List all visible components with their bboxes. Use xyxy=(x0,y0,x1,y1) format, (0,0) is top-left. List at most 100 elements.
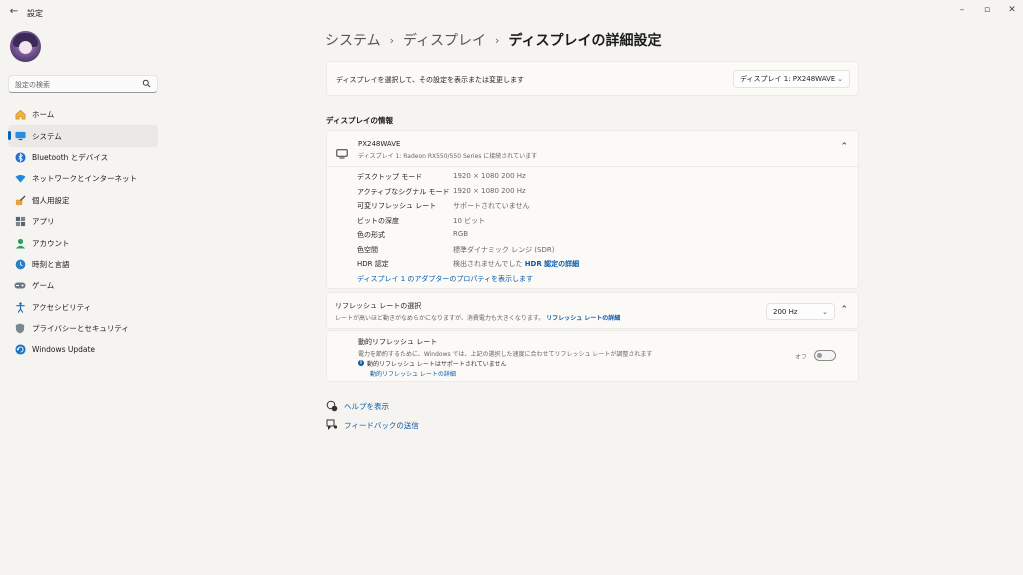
sidebar-item-gaming[interactable]: ゲーム xyxy=(8,275,158,296)
sidebar-item-label: アクセシビリティ xyxy=(32,302,92,312)
info-label: 可変リフレッシュ レート xyxy=(357,202,437,210)
info-value: 検出されませんでした HDR 認定の詳細 xyxy=(453,259,579,269)
refresh-rate-desc: レートが高いほど動きがなめらかになりますが、消費電力も大きくなります。 xyxy=(335,315,545,322)
hdr-value: 検出されませんでした xyxy=(453,260,523,268)
info-value: RGB xyxy=(453,230,469,238)
time-language-icon xyxy=(14,258,26,270)
display-info-header[interactable]: PX248WAVE ディスプレイ 1: Radeon RX550/550 Ser… xyxy=(327,131,858,167)
sidebar-item-home[interactable]: ホーム xyxy=(8,104,158,125)
sidebar-item-label: 時刻と言語 xyxy=(32,259,70,269)
page-title: ディスプレイの詳細設定 xyxy=(508,33,662,49)
chevron-up-icon[interactable]: ⌃ xyxy=(840,305,848,315)
display-info-section-title: ディスプレイの情報 xyxy=(326,116,393,125)
sidebar-item-windows-update[interactable]: Windows Update xyxy=(8,339,158,360)
sidebar-item-label: ホーム xyxy=(32,110,55,120)
app-title: 設定 xyxy=(27,9,43,18)
breadcrumb-display[interactable]: ディスプレイ xyxy=(403,30,486,50)
breadcrumb-system[interactable]: システム xyxy=(325,30,381,50)
search-input[interactable] xyxy=(15,78,135,91)
accessibility-icon xyxy=(14,301,26,313)
hdr-details-link[interactable]: HDR 認定の詳細 xyxy=(525,260,580,268)
sidebar-item-label: アカウント xyxy=(32,238,70,248)
sidebar-item-privacy-security[interactable]: プライバシーとセキュリティ xyxy=(8,318,158,339)
title-bar: ← 設定 – ▫ ✕ xyxy=(0,0,1023,26)
info-label: 色空間 xyxy=(357,245,378,254)
info-value: 1920 × 1080 200 Hz xyxy=(453,172,526,180)
info-label: HDR 認定 xyxy=(357,260,389,268)
toggle-state-label: オフ xyxy=(795,354,808,361)
refresh-rate-title: リフレッシュ レートの選択 xyxy=(335,302,422,310)
account-icon xyxy=(14,237,26,249)
gaming-icon xyxy=(14,280,26,292)
select-display-label: ディスプレイを選択して、その設定を表示または変更します xyxy=(336,76,524,84)
info-label: アクティブなシグナル モード xyxy=(357,187,450,196)
chevron-down-icon: ⌄ xyxy=(837,75,843,83)
display-select-dropdown[interactable]: ディスプレイ 1: PX248WAVE ⌄ xyxy=(733,70,850,88)
dynamic-refresh-details-link[interactable]: 動的リフレッシュ レートの詳細 xyxy=(370,369,456,378)
info-value: 1920 × 1080 200 Hz xyxy=(453,186,526,195)
personalization-brush-icon xyxy=(14,194,26,206)
adapter-properties-link[interactable]: ディスプレイ 1 のアダプターのプロパティを表示します xyxy=(357,274,533,284)
info-value: サポートされていません xyxy=(453,202,530,210)
shield-icon xyxy=(14,323,26,335)
feedback-icon xyxy=(326,419,338,430)
monitor-connection-info: ディスプレイ 1: Radeon RX550/550 Series に接続されて… xyxy=(358,153,538,160)
sidebar-item-personalization[interactable]: 個人用設定 xyxy=(8,190,158,211)
back-arrow-icon[interactable]: ← xyxy=(8,6,20,18)
minimize-icon[interactable]: – xyxy=(955,4,969,16)
chevron-down-icon: ⌄ xyxy=(822,307,828,316)
system-monitor-icon xyxy=(14,130,26,142)
sidebar-item-time-language[interactable]: 時刻と言語 xyxy=(8,254,158,275)
sidebar-item-label: Windows Update xyxy=(32,345,96,355)
close-icon[interactable]: ✕ xyxy=(1005,4,1019,16)
select-display-card: ディスプレイを選択して、その設定を表示または変更します ディスプレイ 1: PX… xyxy=(326,61,859,96)
maximize-icon[interactable]: ▫ xyxy=(980,4,994,16)
windows-update-icon xyxy=(14,344,26,356)
avatar[interactable] xyxy=(10,31,41,62)
avatar-face xyxy=(19,41,32,54)
info-label: 色の形式 xyxy=(357,231,385,239)
search-icon[interactable] xyxy=(142,79,151,88)
chevron-right-icon: › xyxy=(495,33,500,47)
sidebar-item-label: ネットワークとインターネット xyxy=(32,174,137,184)
get-help-label: ヘルプを表示 xyxy=(344,401,389,411)
apps-icon xyxy=(14,216,26,228)
sidebar-item-apps[interactable]: アプリ xyxy=(8,211,158,232)
monitor-name: PX248WAVE xyxy=(358,140,401,148)
info-label: ビットの深度 xyxy=(357,216,399,225)
info-icon: i xyxy=(358,360,364,366)
dynamic-refresh-card: 動的リフレッシュ レート 電力を節約するために、Windows では、上記の選択… xyxy=(326,330,859,382)
sidebar-item-label: システム xyxy=(32,131,62,141)
sidebar-item-bluetooth[interactable]: Bluetooth とデバイス xyxy=(8,147,158,168)
refresh-rate-card: リフレッシュ レートの選択 レートが高いほど動きがなめらかになりますが、消費電力… xyxy=(326,292,859,329)
sidebar-item-label: アプリ xyxy=(32,217,55,227)
sidebar-item-label: 個人用設定 xyxy=(32,195,70,205)
chevron-up-icon[interactable]: ⌃ xyxy=(840,142,848,152)
sidebar-item-label: Bluetooth とデバイス xyxy=(32,152,109,162)
refresh-rate-dropdown[interactable]: 200 Hz ⌄ xyxy=(766,303,835,320)
search-box[interactable] xyxy=(8,75,158,93)
info-label: デスクトップ モード xyxy=(357,173,423,181)
info-value: 標準ダイナミック レンジ (SDR) xyxy=(453,245,555,254)
sidebar-item-system[interactable]: システム xyxy=(8,125,158,147)
sidebar-item-account[interactable]: アカウント xyxy=(8,232,158,253)
sidebar-item-network[interactable]: ネットワークとインターネット xyxy=(8,168,158,189)
feedback-link[interactable]: フィードバックの送信 xyxy=(326,419,419,431)
dynamic-refresh-toggle[interactable] xyxy=(814,350,836,361)
sidebar-item-label: ゲーム xyxy=(32,281,55,291)
get-help-link[interactable]: ヘルプを表示 xyxy=(326,400,389,412)
monitor-icon xyxy=(336,144,348,163)
sidebar-item-accessibility[interactable]: アクセシビリティ xyxy=(8,297,158,318)
chevron-right-icon: › xyxy=(389,33,394,47)
home-icon xyxy=(14,109,26,121)
breadcrumb: システム › ディスプレイ › ディスプレイの詳細設定 xyxy=(325,30,661,50)
dynamic-refresh-title: 動的リフレッシュ レート xyxy=(358,338,438,346)
refresh-rate-details-link[interactable]: リフレッシュ レートの詳細 xyxy=(546,315,620,322)
sidebar-nav: ホーム システム Bluetooth とデバイス ネットワークとインターネット … xyxy=(8,104,158,361)
help-chat-icon xyxy=(326,400,338,412)
display-select-value: ディスプレイ 1: PX248WAVE xyxy=(740,75,836,83)
feedback-label: フィードバックの送信 xyxy=(344,420,419,430)
refresh-rate-value: 200 Hz xyxy=(773,307,798,316)
dynamic-refresh-desc: 電力を節約するために、Windows では、上記の選択した速度に合わせてリフレッ… xyxy=(358,351,653,358)
info-value: 10 ビット xyxy=(453,216,486,225)
